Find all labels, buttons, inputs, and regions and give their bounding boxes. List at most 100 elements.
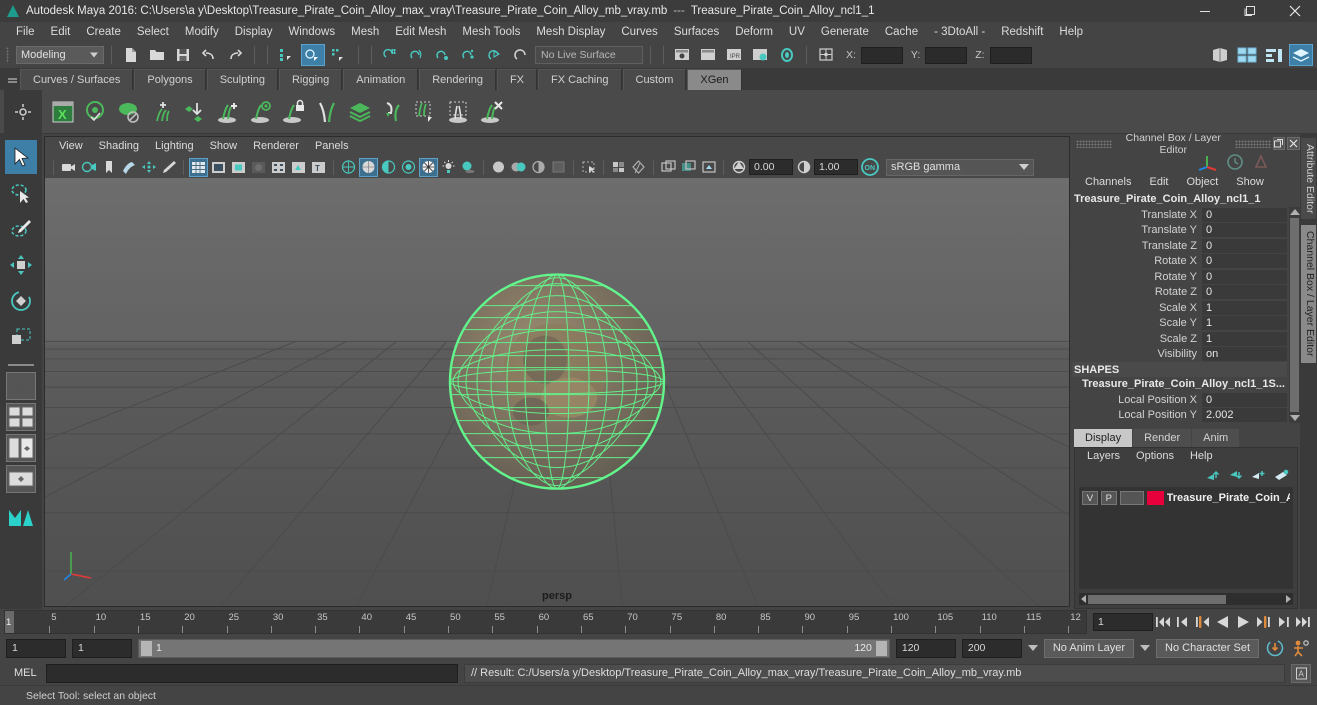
time-cursor[interactable]: 1: [5, 611, 14, 633]
play-forwards-icon[interactable]: [1233, 611, 1253, 633]
shelf-tab-rendering[interactable]: Rendering: [419, 69, 496, 90]
show-channel-box-icon[interactable]: [1262, 44, 1286, 66]
gamma-icon[interactable]: [794, 158, 813, 177]
anim-start-field[interactable]: 1: [6, 638, 66, 658]
exposure-icon[interactable]: [729, 158, 748, 177]
step-forward-keyframe-icon[interactable]: [1273, 611, 1293, 633]
channel-value[interactable]: 1: [1202, 316, 1287, 331]
channel-value[interactable]: 2.002: [1202, 408, 1287, 423]
axis-gizmo-icon[interactable]: [1196, 153, 1218, 171]
options-menu[interactable]: Options: [1128, 448, 1182, 465]
xgen-lock-guide-icon[interactable]: [277, 95, 310, 129]
range-start-handle[interactable]: [141, 640, 152, 656]
snap-to-point-icon[interactable]: [431, 44, 455, 66]
show-tool-settings-icon[interactable]: [1235, 44, 1259, 66]
menu-help[interactable]: Help: [1051, 22, 1091, 42]
shelf-tab-sculpting[interactable]: Sculpting: [206, 69, 278, 90]
new-scene-icon[interactable]: [119, 44, 143, 66]
snap-to-view-plane-icon[interactable]: [483, 44, 507, 66]
viewport-menu-shading[interactable]: Shading: [91, 137, 147, 156]
move-tool[interactable]: [5, 248, 37, 282]
xgen-delete-guide-icon[interactable]: [475, 95, 508, 129]
panel-grip-icon[interactable]: [1234, 139, 1271, 148]
animation-preferences-icon[interactable]: [1291, 638, 1311, 658]
menu-uv[interactable]: UV: [781, 22, 813, 42]
scrollbar-thumb[interactable]: [1088, 594, 1226, 604]
select-by-component-icon[interactable]: [327, 44, 351, 66]
outliner-persp-layout-icon[interactable]: [6, 434, 36, 462]
layer-list[interactable]: V P Treasure_Pirate_Coin_All: [1079, 487, 1293, 589]
shelf-grip-icon[interactable]: [4, 68, 20, 90]
anim-layer-dropdown[interactable]: No Anim Layer: [1043, 638, 1135, 658]
menu-curves[interactable]: Curves: [613, 22, 665, 42]
four-view-layout-icon[interactable]: [6, 403, 36, 431]
scroll-up-icon[interactable]: [1289, 209, 1300, 215]
viewport-menu-show[interactable]: Show: [202, 137, 246, 156]
make-live-icon[interactable]: [509, 44, 533, 66]
statusline-grip[interactable]: [4, 45, 12, 65]
xgen-preview-icon[interactable]: [79, 95, 112, 129]
safe-action-icon[interactable]: [289, 158, 308, 177]
channel-value[interactable]: 0: [1202, 223, 1287, 238]
xgen-editor-icon[interactable]: X: [46, 95, 79, 129]
step-forward-frame-icon[interactable]: [1253, 611, 1273, 633]
anim-end-field[interactable]: 200: [961, 638, 1022, 658]
tab-channel-box-layer-editor[interactable]: Channel Box / Layer Editor: [1301, 225, 1316, 363]
new-layer-from-selected-icon[interactable]: [1251, 469, 1266, 482]
xray-icon[interactable]: [509, 158, 528, 177]
close-panel-icon[interactable]: [1287, 137, 1300, 150]
xgen-mirror-guide-icon[interactable]: [310, 95, 343, 129]
layer-visibility-toggle[interactable]: V: [1082, 491, 1098, 505]
input-output-icon[interactable]: [814, 44, 838, 66]
viewport-menu-lighting[interactable]: Lighting: [147, 137, 202, 156]
chevron-down-icon[interactable]: [1027, 645, 1038, 651]
xgen-add-guide-icon[interactable]: [211, 95, 244, 129]
layers-menu[interactable]: Layers: [1079, 448, 1128, 465]
perspective-viewport[interactable]: persp: [45, 178, 1069, 606]
layer-list-hscrollbar[interactable]: [1079, 593, 1293, 605]
film-gate-icon[interactable]: [209, 158, 228, 177]
shelf-tab-rigging[interactable]: Rigging: [278, 69, 343, 90]
channel-box-scrollbar[interactable]: [1289, 207, 1300, 423]
maximize-icon[interactable]: [1227, 0, 1272, 22]
viewport-menu-view[interactable]: View: [51, 137, 91, 156]
render-view-icon[interactable]: [697, 44, 721, 66]
smooth-shade-all-icon[interactable]: [359, 157, 378, 177]
snap-to-projected-center-icon[interactable]: [457, 44, 481, 66]
bookmark-icon[interactable]: [99, 158, 118, 177]
go-to-end-icon[interactable]: [1293, 611, 1313, 633]
multisample-icon[interactable]: [609, 158, 628, 177]
wireframe-shading-icon[interactable]: [339, 158, 358, 177]
rotate-tool[interactable]: [5, 284, 37, 318]
shelf-tab-animation[interactable]: Animation: [343, 69, 419, 90]
channel-value[interactable]: 1: [1202, 300, 1287, 315]
select-camera-icon[interactable]: [59, 158, 78, 177]
auto-keyframe-icon[interactable]: [1265, 638, 1285, 658]
shape-node-name[interactable]: Treasure_Pirate_Coin_Alloy_ncl1_1S...: [1072, 377, 1287, 392]
menu-file[interactable]: File: [8, 22, 43, 42]
camera-attributes-icon[interactable]: [79, 158, 98, 177]
layer-name[interactable]: Treasure_Pirate_Coin_All: [1167, 492, 1290, 504]
menu-create[interactable]: Create: [78, 22, 129, 42]
persp-graph-layout-icon[interactable]: [6, 465, 36, 493]
shadows-icon[interactable]: [459, 158, 478, 177]
menu-edit[interactable]: Edit: [43, 22, 79, 42]
screenshot-icon[interactable]: [629, 158, 648, 177]
resolution-gate-icon[interactable]: [229, 158, 248, 177]
minimize-icon[interactable]: [1182, 0, 1227, 22]
xgen-layers-icon[interactable]: [343, 95, 376, 129]
duplicate-view-icon[interactable]: [659, 158, 678, 177]
snap-to-grid-icon[interactable]: [379, 44, 403, 66]
xgen-import-icon[interactable]: [178, 95, 211, 129]
move-layer-up-icon[interactable]: [1205, 469, 1220, 482]
menu-redshift[interactable]: Redshift: [993, 22, 1051, 42]
select-tool[interactable]: [5, 140, 37, 174]
menu-set-dropdown[interactable]: Modeling: [16, 46, 104, 64]
command-input[interactable]: [46, 663, 458, 683]
edit-menu[interactable]: Edit: [1140, 173, 1177, 191]
textured-icon[interactable]: [489, 158, 508, 177]
channel-value[interactable]: 0: [1202, 269, 1287, 284]
film-origin-icon[interactable]: [269, 158, 288, 177]
xgen-add-description-icon[interactable]: [145, 95, 178, 129]
layer-state-toggle[interactable]: [1119, 491, 1144, 505]
